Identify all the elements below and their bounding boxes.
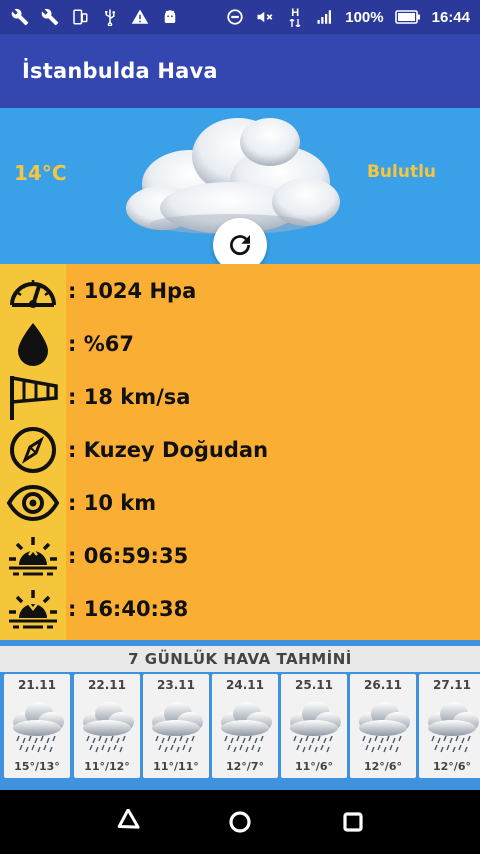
detail-text: : 18 km/sa [68, 384, 191, 409]
current-weather-panel: 14°C Bulutlu [0, 108, 480, 272]
wrench-icon [40, 7, 60, 27]
forecast-date: 25.11 [295, 678, 333, 692]
rain-cloud-icon [77, 696, 137, 758]
status-bar-left [10, 7, 180, 27]
forecast-header: 7 GÜNLÜK HAVA TAHMİNİ [0, 646, 480, 672]
forecast-day[interactable]: 27.11 12°/6° [419, 674, 480, 778]
battery-icon [394, 7, 422, 27]
weather-details: : 1024 Hpa : %67 : 18 km/sa : Kuzey Doğu… [0, 264, 480, 640]
current-condition: Bulutlu [366, 162, 436, 182]
detail-text: : 1024 Hpa [68, 278, 197, 303]
refresh-icon [230, 235, 251, 256]
detail-row-visibility: : 10 km [0, 476, 480, 529]
forecast-temp: 11°/6° [295, 760, 333, 773]
forecast-strip[interactable]: 21.11 15°/13° 22.11 11°/12° 23.11 11°/11… [4, 674, 480, 782]
forecast-temp: 12°/6° [433, 760, 471, 773]
usb-icon [100, 7, 120, 27]
rain-cloud-icon [215, 696, 275, 758]
humidity-drop-icon [18, 322, 48, 366]
forecast-day[interactable]: 22.11 11°/12° [74, 674, 140, 778]
android-icon [160, 7, 180, 27]
rain-cloud-icon [146, 696, 206, 758]
sunrise-icon [9, 536, 57, 575]
detail-row-sunrise: : 06:59:35 [0, 529, 480, 582]
recents-button[interactable] [333, 802, 373, 842]
detail-text: : %67 [68, 331, 134, 356]
status-bar-right: H 100% 16:44 [225, 7, 470, 27]
current-temperature: 14°C [14, 161, 67, 185]
recents-icon [343, 812, 363, 832]
rain-cloud-icon [353, 696, 413, 758]
forecast-day[interactable]: 23.11 11°/11° [143, 674, 209, 778]
compass-icon [10, 426, 56, 473]
forecast-date: 21.11 [18, 678, 56, 692]
network-icon: H [285, 7, 305, 27]
forecast-temp: 12°/6° [364, 760, 402, 773]
forecast-day[interactable]: 24.11 12°/7° [212, 674, 278, 778]
wrench-icon [10, 7, 30, 27]
visibility-eye-icon [6, 484, 60, 521]
forecast-temp: 12°/7° [226, 760, 264, 773]
forecast-day[interactable]: 21.11 15°/13° [4, 674, 70, 778]
navigation-bar [0, 790, 480, 854]
detail-row-wind: : 18 km/sa [0, 370, 480, 423]
status-bar: H 100% 16:44 [0, 0, 480, 34]
forecast-title: 7 GÜNLÜK HAVA TAHMİNİ [128, 650, 352, 668]
back-icon [117, 809, 140, 829]
warning-icon [130, 7, 150, 27]
detail-row-pressure: : 1024 Hpa [0, 264, 480, 317]
forecast-panel: 7 GÜNLÜK HAVA TAHMİNİ 21.11 15°/13° 22.1… [0, 640, 480, 790]
forecast-temp: 11°/11° [153, 760, 199, 773]
forecast-temp: 11°/12° [84, 760, 130, 773]
back-button[interactable] [107, 802, 147, 842]
battery-percent: 100% [345, 8, 384, 26]
pressure-gauge-icon [10, 279, 56, 308]
signal-icon [315, 7, 335, 27]
windsock-icon [10, 375, 58, 420]
forecast-date: 27.11 [433, 678, 471, 692]
detail-text: : 10 km [68, 490, 157, 515]
forecast-day[interactable]: 26.11 12°/6° [350, 674, 416, 778]
detail-row-sunset: : 16:40:38 [0, 582, 480, 635]
sunset-icon [9, 589, 57, 628]
forecast-temp: 15°/13° [14, 760, 60, 773]
detail-row-wind-direction: : Kuzey Doğudan [0, 423, 480, 476]
network-type-label: H [291, 6, 300, 19]
detail-text: : 16:40:38 [68, 596, 189, 621]
forecast-date: 22.11 [88, 678, 126, 692]
home-button[interactable] [220, 802, 260, 842]
forecast-day[interactable]: 25.11 11°/6° [281, 674, 347, 778]
detail-text: : Kuzey Doğudan [68, 437, 269, 462]
app-title: İstanbulda Hava [22, 59, 218, 83]
detail-row-humidity: : %67 [0, 317, 480, 370]
phone-rotate-icon [70, 7, 90, 27]
rain-cloud-icon [422, 696, 480, 758]
status-time: 16:44 [431, 8, 470, 26]
rain-cloud-icon [284, 696, 344, 758]
do-not-disturb-icon [225, 7, 245, 27]
detail-text: : 06:59:35 [68, 543, 189, 568]
rain-cloud-icon [7, 696, 67, 758]
forecast-date: 24.11 [226, 678, 264, 692]
mute-icon [255, 7, 275, 27]
app-bar: İstanbulda Hava [0, 34, 480, 108]
home-icon [229, 811, 251, 833]
forecast-date: 26.11 [364, 678, 402, 692]
forecast-date: 23.11 [157, 678, 195, 692]
